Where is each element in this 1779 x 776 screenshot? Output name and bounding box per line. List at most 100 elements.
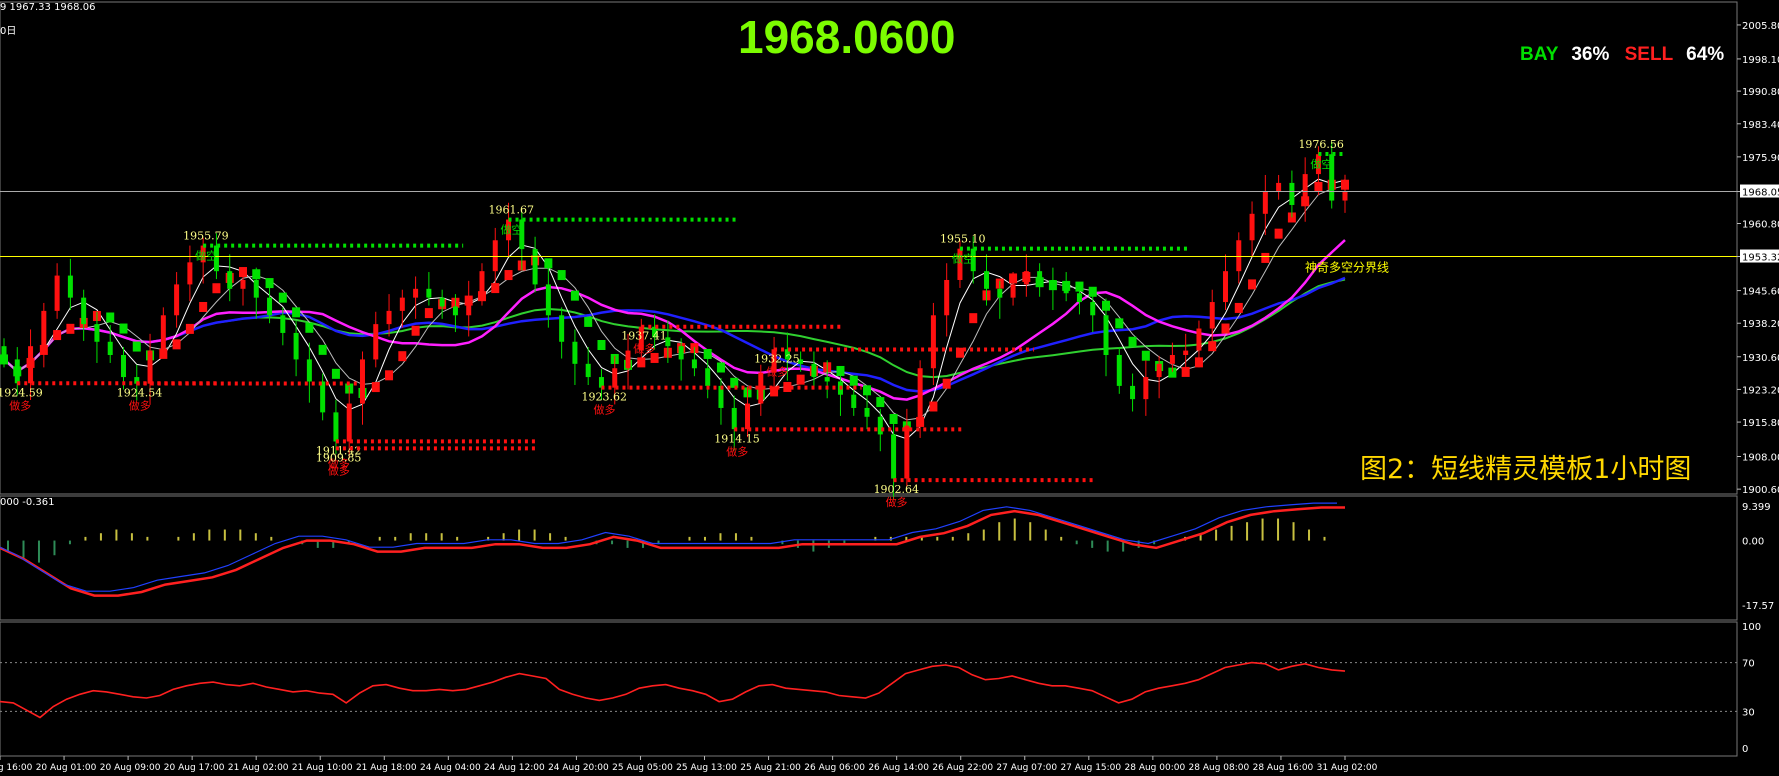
time-tick-label: 28 Aug 00:00 [1125, 763, 1186, 773]
trend-block [132, 341, 141, 352]
trend-block [185, 323, 194, 334]
chart-header-ohlc: 9 1967.33 1968.06 [0, 2, 96, 13]
macd-panel[interactable] [0, 502, 1345, 597]
time-tick-label: 21 Aug 10:00 [292, 763, 353, 773]
candle-body [984, 271, 990, 289]
price-tick-label: 1915.80 [1742, 418, 1779, 429]
candle-body [811, 363, 817, 378]
rsi-tick-label: 70 [1742, 659, 1755, 670]
candle-body [1169, 355, 1175, 364]
ma-blue [3, 276, 1346, 393]
candle-body [824, 377, 830, 382]
candle-body [413, 288, 419, 298]
candle-body [1116, 355, 1122, 386]
trend-block [969, 313, 978, 324]
macd-tick-label: 9.399 [1742, 502, 1771, 513]
trend-block [1274, 228, 1283, 239]
bay-percent: 36% [1571, 44, 1610, 65]
macd-signal-line [0, 506, 1345, 597]
candle-body [67, 275, 73, 298]
trend-block [796, 374, 805, 385]
candle-body [306, 359, 312, 382]
trend-block [570, 290, 579, 301]
signal-label: 做多 [633, 342, 655, 356]
candle-body [1143, 377, 1149, 400]
time-tick-label: 24 Aug 04:00 [420, 763, 481, 773]
chart-header-period: 0日 [0, 26, 17, 37]
candle-body [187, 262, 193, 285]
rsi-line [0, 661, 1346, 719]
candle-body [1196, 328, 1202, 351]
signal-label: 做多 [886, 495, 908, 509]
candle-body [1103, 315, 1109, 356]
trend-block [1221, 323, 1230, 334]
candle-body [1236, 240, 1242, 272]
macd-tick-label: 0.00 [1742, 537, 1764, 548]
trend-block [212, 283, 221, 294]
panel-frames [0, 1, 1738, 757]
swing-price-label: 1976.56 [1298, 138, 1344, 151]
time-tick-label: 20 Aug 01:00 [36, 763, 97, 773]
price-tick-label: 1938.20 [1742, 319, 1779, 330]
candle-body [174, 284, 180, 316]
bay-label: BAY [1520, 44, 1559, 65]
time-tick-label: 28 Aug 08:00 [1189, 763, 1250, 773]
candle-body [532, 249, 538, 285]
sell-label: SELL [1624, 44, 1673, 65]
candle-body [333, 412, 339, 442]
swing-price-label: 1923.62 [581, 391, 627, 404]
swing-price-label: 1914.15 [714, 432, 760, 445]
candle-body [320, 381, 326, 413]
macd-tick-label: -17.57 [1742, 601, 1774, 612]
swing-price-label: 1902.64 [874, 483, 920, 496]
time-tick-label: 24 Aug 12:00 [484, 763, 545, 773]
time-tick-label: 21 Aug 02:00 [228, 763, 289, 773]
candle-body [572, 341, 578, 364]
trend-block [385, 370, 394, 381]
candle-body [1223, 271, 1229, 303]
trend-block [331, 368, 340, 379]
trend-block [597, 340, 606, 351]
price-tick-label: 2005.80 [1742, 21, 1779, 32]
ma-magenta [3, 239, 1346, 401]
trend-block [716, 362, 725, 373]
candle-body [851, 394, 857, 408]
signal-label: 做空 [195, 249, 217, 263]
candle-body [891, 434, 897, 479]
trend-block [637, 357, 646, 368]
candle-body [1302, 174, 1308, 205]
trend-block [1181, 366, 1190, 377]
candle-body [877, 416, 883, 435]
rsi-tick-label: 30 [1742, 707, 1755, 718]
candle-body [1249, 213, 1255, 241]
signal-label: 做空 [952, 252, 974, 266]
candle-body [466, 297, 472, 316]
time-tick-label: 20 Aug 17:00 [164, 763, 225, 773]
signal-label: 做多 [328, 463, 350, 477]
price-tick-label: 1983.40 [1742, 120, 1779, 131]
candle-body [705, 368, 711, 386]
signal-label: 做多 [726, 444, 748, 458]
rsi-tick-label: 100 [1742, 622, 1761, 633]
candle-body [997, 288, 1003, 298]
trend-block [1234, 302, 1243, 313]
trading-chart[interactable]: 神奇多空分界线1924.59做多1924.54做多1955.79做空1911.4… [0, 0, 1779, 776]
candle-body [691, 359, 697, 369]
candle-body [253, 279, 259, 298]
time-tick-label: 24 Aug 20:00 [548, 763, 609, 773]
price-tick-label: 1900.60 [1742, 485, 1779, 496]
candle-body [160, 315, 166, 351]
price-frame [0, 1, 1738, 495]
swing-price-label: 1955.79 [183, 230, 229, 243]
trend-block [491, 283, 500, 294]
price-tick-label: 1960.80 [1742, 220, 1779, 231]
price-tick-label: 1998.10 [1742, 55, 1779, 66]
candle-body [439, 297, 445, 307]
candle-body [1342, 191, 1348, 201]
trend-block [305, 322, 314, 333]
candle-body [745, 403, 751, 430]
macd-header: 000 -0.361 [0, 497, 55, 508]
candle-body [1130, 385, 1136, 400]
price-tick-label: 1923.20 [1742, 385, 1779, 396]
trend-block [292, 307, 301, 318]
